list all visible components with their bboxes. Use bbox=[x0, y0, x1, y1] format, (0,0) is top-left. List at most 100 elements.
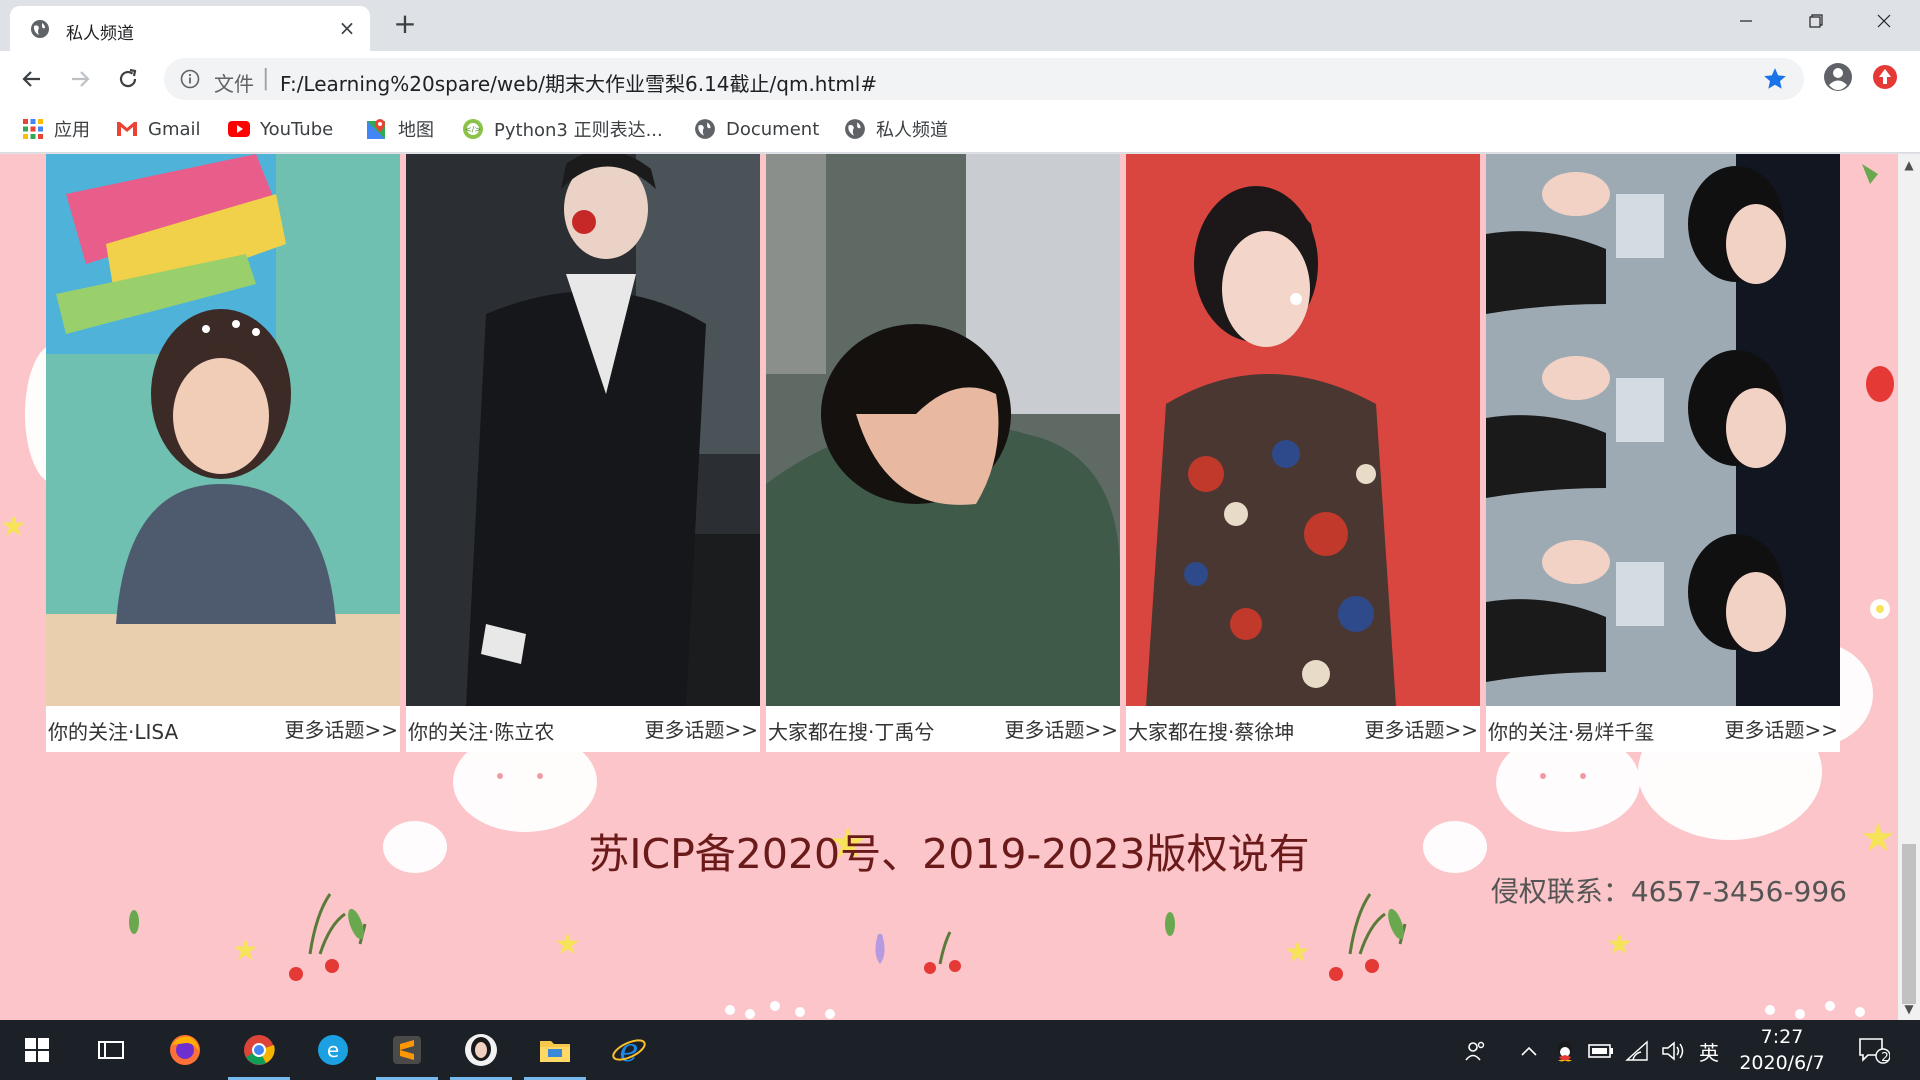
clock-time: 7:27 bbox=[1760, 1026, 1804, 1048]
scroll-up-icon[interactable]: ▲ bbox=[1902, 158, 1916, 172]
svg-text:e: e bbox=[620, 1032, 639, 1068]
firefox-icon bbox=[170, 1035, 200, 1065]
info-icon[interactable] bbox=[180, 69, 200, 89]
more-topics-link[interactable]: 更多话题>> bbox=[284, 714, 398, 743]
clock-date: 2020/6/7 bbox=[1739, 1052, 1825, 1074]
python-site-icon: </> bbox=[463, 119, 483, 139]
more-topics-link[interactable]: 更多话题>> bbox=[1724, 714, 1838, 743]
minimize-button[interactable] bbox=[1720, 0, 1772, 42]
bookmark-gmail[interactable]: Gmail bbox=[116, 116, 201, 142]
taskbar-internet-explorer[interactable]: e bbox=[592, 1020, 666, 1080]
topic-cards: 你的关注·LISA 更多话题>> 你的关注·陈立农 更多话题>> 大家都在搜·丁… bbox=[46, 154, 1846, 752]
back-button[interactable] bbox=[16, 63, 48, 95]
volume-icon[interactable] bbox=[1660, 1038, 1686, 1064]
tab-close-icon[interactable]: × bbox=[334, 15, 360, 41]
bookmark-label: 应用 bbox=[54, 120, 90, 141]
task-view-button[interactable] bbox=[74, 1020, 148, 1080]
bookmark-label: 地图 bbox=[398, 120, 434, 141]
globe-icon bbox=[31, 20, 49, 38]
input-method-indicator[interactable]: 英 bbox=[1696, 1038, 1722, 1065]
scroll-down-icon[interactable]: ▼ bbox=[1902, 1002, 1916, 1016]
scrollbar-thumb[interactable] bbox=[1902, 844, 1916, 1004]
bookmark-label: 私人频道 bbox=[876, 120, 948, 141]
restore-button[interactable] bbox=[1790, 0, 1842, 42]
bookmark-label: YouTube bbox=[260, 118, 334, 140]
card-caption: 你的关注·陈立农 bbox=[408, 720, 555, 744]
taskbar-sublime[interactable] bbox=[370, 1020, 444, 1080]
star-decoration: ★ bbox=[232, 933, 259, 968]
topic-photo[interactable] bbox=[46, 154, 400, 706]
page-viewport: ★ ★ ★ ★ ★ ★ ★ 你的关注·LISA 更多话题>> 你的关注·陈立农 … bbox=[0, 154, 1898, 1020]
bookmark-star-icon[interactable] bbox=[1762, 66, 1788, 92]
extension-icon[interactable] bbox=[1872, 64, 1898, 90]
url-text[interactable]: F:/Learning%20spare/web/期末大作业雪梨6.14截止/qm… bbox=[280, 68, 877, 97]
star-decoration: ★ bbox=[1606, 927, 1633, 962]
taskbar-file-explorer[interactable] bbox=[518, 1020, 592, 1080]
forward-button[interactable] bbox=[64, 63, 96, 95]
globe-icon bbox=[845, 119, 865, 139]
bookmark-youtube[interactable]: YouTube bbox=[228, 116, 333, 142]
browser-e-icon: e bbox=[318, 1035, 348, 1065]
system-clock[interactable]: 7:27 2020/6/7 bbox=[1728, 1024, 1836, 1076]
topic-card[interactable]: 大家都在搜·蔡徐坤 更多话题>> bbox=[1126, 154, 1480, 752]
bookmarks-bar: 应用 Gmail YouTube 地图 </> Python3 正则表达... … bbox=[0, 106, 1920, 153]
topic-photo[interactable] bbox=[1126, 154, 1480, 706]
svg-text:</>: </> bbox=[465, 125, 481, 134]
reload-icon bbox=[119, 68, 137, 88]
internet-explorer-icon: e bbox=[612, 1032, 646, 1068]
sublime-text-icon bbox=[393, 1036, 421, 1064]
bookmark-label: Gmail bbox=[148, 118, 201, 140]
task-view-icon bbox=[98, 1041, 124, 1059]
reload-button[interactable] bbox=[112, 63, 144, 95]
new-tab-button[interactable]: + bbox=[390, 10, 420, 40]
battery-icon[interactable] bbox=[1588, 1038, 1614, 1064]
bookmark-python[interactable]: </> Python3 正则表达... bbox=[462, 116, 663, 142]
bookmark-private-channel[interactable]: 私人频道 bbox=[844, 116, 948, 142]
more-topics-link[interactable]: 更多话题>> bbox=[1364, 714, 1478, 743]
people-icon[interactable] bbox=[1462, 1038, 1488, 1064]
windows-logo-icon bbox=[25, 1038, 49, 1062]
photo-avatar-icon bbox=[465, 1034, 497, 1066]
vertical-scrollbar[interactable]: ▲ ▼ bbox=[1898, 154, 1920, 1020]
start-button[interactable] bbox=[0, 1020, 74, 1080]
bookmark-label: Document bbox=[726, 118, 820, 140]
taskbar-photo-app[interactable] bbox=[444, 1020, 518, 1080]
browser-toolbar: 文件 | F:/Learning%20spare/web/期末大作业雪梨6.14… bbox=[0, 51, 1920, 106]
taskbar-chrome[interactable] bbox=[222, 1020, 296, 1080]
network-icon[interactable] bbox=[1624, 1038, 1650, 1064]
svg-text:e: e bbox=[327, 1038, 339, 1062]
bookmark-maps[interactable]: 地图 bbox=[366, 116, 434, 142]
minimize-icon bbox=[1740, 20, 1752, 22]
card-caption: 大家都在搜·蔡徐坤 bbox=[1128, 720, 1295, 744]
qq-tray-icon[interactable] bbox=[1552, 1038, 1578, 1064]
topic-card[interactable]: 你的关注·易烊千玺 更多话题>> bbox=[1486, 154, 1840, 752]
topic-photo[interactable] bbox=[766, 154, 1120, 706]
show-hidden-icons-chevron-icon[interactable] bbox=[1516, 1038, 1542, 1064]
more-topics-link[interactable]: 更多话题>> bbox=[1004, 714, 1118, 743]
profile-avatar-icon[interactable] bbox=[1822, 61, 1854, 93]
contact-text: 侵权联系：4657-3456-996 bbox=[1490, 875, 1847, 908]
star-decoration: ★ bbox=[0, 509, 27, 544]
address-bar[interactable]: 文件 | F:/Learning%20spare/web/期末大作业雪梨6.14… bbox=[164, 58, 1804, 100]
topic-card[interactable]: 你的关注·LISA 更多话题>> bbox=[46, 154, 400, 752]
youtube-icon bbox=[228, 121, 250, 137]
topic-card[interactable]: 大家都在搜·丁禹兮 更多话题>> bbox=[766, 154, 1120, 752]
bookmark-document[interactable]: Document bbox=[694, 116, 819, 142]
bookmark-label: Python3 正则表达... bbox=[494, 120, 663, 141]
globe-icon bbox=[695, 119, 715, 139]
title-bar: 私人频道 × + bbox=[0, 0, 1920, 51]
topic-photo[interactable] bbox=[1486, 154, 1840, 706]
apps-grid-icon bbox=[23, 119, 43, 139]
more-topics-link[interactable]: 更多话题>> bbox=[644, 714, 758, 743]
card-caption: 你的关注·易烊千玺 bbox=[1488, 720, 1655, 744]
bookmark-apps[interactable]: 应用 bbox=[22, 116, 90, 142]
taskbar-browser-e[interactable]: e bbox=[296, 1020, 370, 1080]
topic-photo[interactable] bbox=[406, 154, 760, 706]
forward-arrow-icon bbox=[72, 71, 90, 87]
browser-tab[interactable]: 私人频道 × bbox=[10, 6, 370, 51]
notification-count: 2 bbox=[1881, 1050, 1889, 1064]
chrome-icon bbox=[244, 1035, 275, 1065]
taskbar-firefox[interactable] bbox=[148, 1020, 222, 1080]
topic-card[interactable]: 你的关注·陈立农 更多话题>> bbox=[406, 154, 760, 752]
close-window-button[interactable] bbox=[1858, 0, 1910, 42]
